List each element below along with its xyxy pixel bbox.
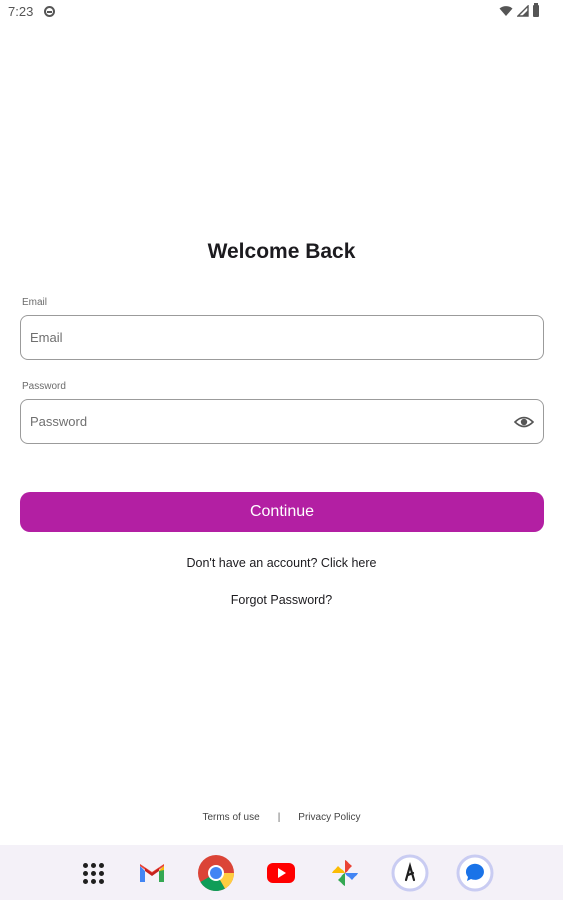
messages-icon[interactable] <box>456 854 494 892</box>
email-label: Email <box>22 297 48 308</box>
gmail-icon[interactable] <box>133 854 171 892</box>
continue-button[interactable]: Continue <box>20 492 544 532</box>
status-bar: 7:23 <box>0 0 563 24</box>
apps-grid-icon[interactable] <box>74 854 112 892</box>
password-field[interactable] <box>20 399 544 444</box>
wifi-icon <box>499 6 513 16</box>
app-dock <box>0 845 563 900</box>
email-input[interactable] <box>30 316 500 359</box>
status-icons <box>499 3 539 17</box>
footer-separator: | <box>277 812 281 823</box>
email-field[interactable] <box>20 315 544 360</box>
page-title: Welcome Back <box>207 240 356 263</box>
forgot-password-link[interactable]: Forgot Password? <box>0 593 563 607</box>
password-label: Password <box>22 381 66 392</box>
footer: Terms of use | Privacy Policy <box>0 812 563 823</box>
eye-icon[interactable] <box>514 414 534 430</box>
privacy-policy-link[interactable]: Privacy Policy <box>298 812 360 823</box>
photos-icon[interactable] <box>326 854 364 892</box>
terms-of-use-link[interactable]: Terms of use <box>202 812 259 823</box>
chrome-icon[interactable] <box>197 854 235 892</box>
battery-icon <box>533 3 539 17</box>
status-time: 7:23 <box>8 4 34 19</box>
signal-icon <box>517 5 529 17</box>
android-head-icon <box>44 6 55 17</box>
app-icon[interactable] <box>391 854 429 892</box>
youtube-icon[interactable] <box>262 854 300 892</box>
signup-link[interactable]: Don't have an account? Click here <box>0 556 563 570</box>
password-input[interactable] <box>30 400 500 443</box>
